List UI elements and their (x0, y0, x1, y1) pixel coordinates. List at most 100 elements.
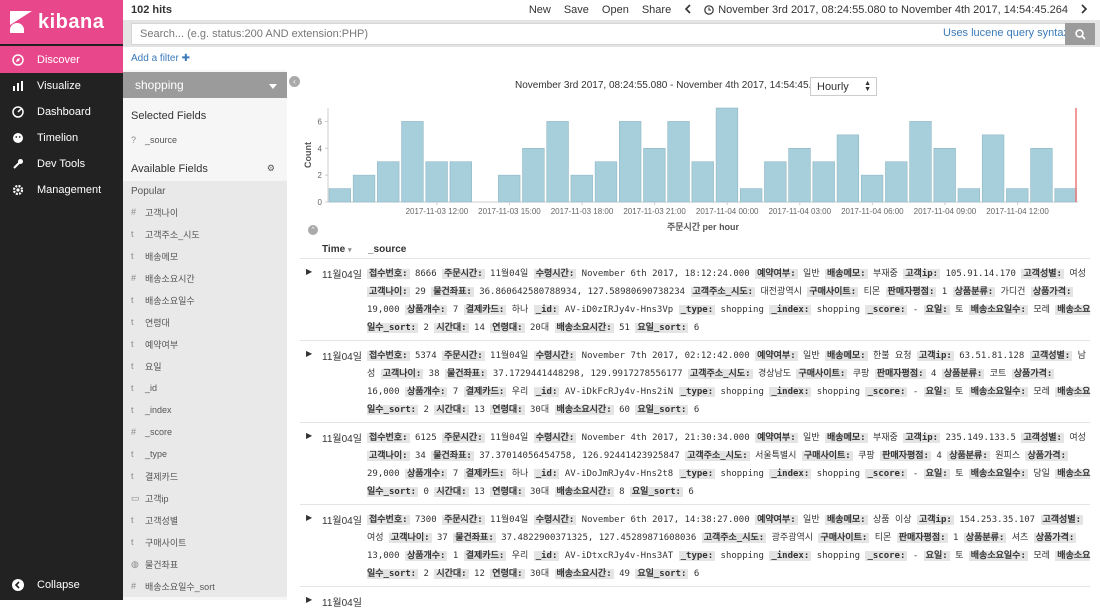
expand-row-icon[interactable]: ▶ (306, 349, 312, 358)
source-field-key: 배송메모: (825, 269, 868, 279)
field-item[interactable]: t _type (123, 443, 287, 465)
add-filter-button[interactable]: Add a filter ✚ (131, 53, 190, 64)
collapse-chart-button[interactable]: ⌃ (308, 225, 318, 235)
source-field-value: 원피스 (995, 451, 1021, 461)
source-field-key: 수령시간: (533, 269, 577, 279)
share-button[interactable]: Share (642, 4, 671, 16)
field-item[interactable]: # _score (123, 421, 287, 443)
source-field-value: 모레 (1033, 387, 1050, 397)
source-field-value: - (912, 305, 919, 315)
time-column-header[interactable]: Time ▾ (322, 244, 351, 255)
time-prev-button[interactable] (684, 3, 691, 17)
field-name: 배송메모 (145, 251, 179, 262)
nav-item-discover[interactable]: Discover (0, 46, 123, 73)
kibana-logo[interactable]: kibana (0, 0, 123, 44)
nav-item-dev-tools[interactable]: Dev Tools (0, 151, 123, 177)
source-field-value: 토 (955, 305, 964, 315)
field-item[interactable]: t _index (123, 399, 287, 421)
source-field-key: 물건좌표: (444, 369, 488, 379)
document-row[interactable]: ▶ 11월04일 접수번호: 7300 주문시간: 11월04일 수령시간: Nov… (300, 504, 1091, 586)
source-field-key: 상품가격: (1033, 533, 1077, 543)
source-field-key: 예약여부: (755, 433, 798, 443)
expand-row-icon[interactable]: ▶ (306, 267, 312, 276)
field-item[interactable]: # 배송소요시간 (123, 267, 287, 289)
new-button[interactable]: New (529, 4, 551, 16)
source-field-value: 하나 (511, 305, 529, 315)
field-item[interactable]: t 고객성별 (123, 509, 287, 531)
source-field-value: shopping (816, 387, 861, 397)
document-row[interactable]: ▶ 11월04일 접수번호: 5374 주문시간: 11월04일 수령시간: Nov… (300, 340, 1091, 422)
expand-row-icon[interactable]: ▶ (306, 513, 312, 522)
source-field-value: 6125 (414, 433, 437, 443)
field-item[interactable]: ◍ 물건좌표 (123, 553, 287, 575)
field-item[interactable]: t _id (123, 377, 287, 399)
source-field-key: _score: (865, 469, 908, 479)
document-row[interactable]: ▶ 11월04일 접수번호: 6125 주문시간: 11월04일 수령시간: Nov… (300, 422, 1091, 504)
field-name: 배송소요시간 (145, 273, 195, 284)
source-field-key: 배송소요일수: (968, 305, 1028, 315)
expand-row-icon[interactable]: ▶ (306, 431, 312, 440)
selected-field[interactable]: ? _source (123, 129, 287, 151)
histogram-bar (788, 147, 811, 203)
field-item[interactable]: t 구매사이트 (123, 531, 287, 553)
field-item[interactable]: t 예약여부 (123, 333, 287, 355)
search-button[interactable] (1065, 23, 1095, 45)
source-field-key: 요일_sort: (629, 487, 683, 497)
histogram-chart[interactable]: 0 2 4 6 Count 2017-11-03 12:00 2017-11-03 15:0… (300, 100, 1090, 235)
source-field-value: 셔츠 (1011, 533, 1029, 543)
source-field-key: 예약여부: (755, 515, 798, 525)
source-field-value: 쿠팡 (852, 369, 870, 379)
lucene-syntax-link[interactable]: Uses lucene query syntax (943, 27, 1069, 39)
field-item[interactable]: # 배송소요일수_sort (123, 575, 287, 597)
source-field-key: 주문시간: (442, 351, 485, 361)
source-field-value: 1 (452, 551, 459, 561)
field-name: 예약여부 (145, 339, 179, 350)
field-item[interactable]: t 고객주소_시도 (123, 223, 287, 245)
source-field-value: 13,000 (367, 551, 400, 561)
source-field-value: 일반 (803, 433, 820, 443)
source-field-key: 구매사이트: (818, 533, 870, 543)
field-type-icon: ◍ (131, 558, 139, 569)
nav-item-dashboard[interactable]: Dashboard (0, 99, 123, 125)
index-pattern-select[interactable]: shopping (123, 72, 287, 98)
field-item[interactable]: t 결제카드 (123, 465, 287, 487)
source-field-value: 하나 (511, 469, 529, 479)
search-input[interactable]: Search... (e.g. status:200 AND extension… (131, 23, 1066, 45)
nav-item-visualize[interactable]: Visualize (0, 73, 123, 99)
source-field-key: 고객성별: (1040, 515, 1084, 525)
collapse-button[interactable]: Collapse (0, 572, 123, 598)
gear-icon[interactable]: ⚙ (267, 163, 275, 177)
source-field-key: 요일_sort: (635, 405, 689, 415)
field-name: _type (145, 449, 168, 459)
source-field-value: - (912, 551, 919, 561)
histogram-bar (1054, 188, 1077, 203)
nav-item-timelion[interactable]: Timelion (0, 125, 123, 151)
histogram-bar (933, 147, 956, 203)
field-item[interactable]: t 배송소요일수 (123, 289, 287, 311)
source-field-key: 배송메모: (825, 433, 868, 443)
field-item[interactable]: t 배송메모 (123, 245, 287, 267)
time-picker[interactable]: November 3rd 2017, 08:24:55.080 to Novem… (704, 4, 1068, 16)
source-field-value: November 7th 2017, 02:12:42.000 (581, 351, 750, 361)
field-item[interactable]: ▭ 고객ip (123, 487, 287, 509)
document-row[interactable]: ▶ 11월04일 (300, 586, 1090, 609)
save-button[interactable]: Save (564, 4, 589, 16)
field-item[interactable]: t 요일 (123, 355, 287, 377)
document-row[interactable]: ▶ 11월04일 접수번호: 8666 주문시간: 11월04일 수령시간: Nov… (300, 258, 1091, 340)
source-field-value: shopping (720, 551, 764, 561)
field-item[interactable]: # 고객나이 (123, 201, 287, 223)
histogram-bar (498, 174, 521, 203)
source-field-value: 37 (436, 533, 448, 543)
source-field-value: 6 (693, 569, 700, 579)
time-range-label: November 3rd 2017, 08:24:55.080 to Novem… (718, 4, 1068, 16)
field-item[interactable]: t 연령대 (123, 311, 287, 333)
histogram-bar (739, 188, 763, 203)
collapse-sidebar-button[interactable]: ‹ (289, 76, 300, 87)
source-field-value: shopping (816, 469, 861, 479)
source-field-key: 예약여부: (755, 351, 798, 361)
nav-item-management[interactable]: Management (0, 177, 123, 203)
interval-select[interactable]: Hourly ▲ ▼ (810, 77, 877, 96)
time-next-button[interactable] (1081, 3, 1088, 17)
source-field-key: _id: (533, 469, 560, 479)
open-button[interactable]: Open (602, 4, 629, 16)
